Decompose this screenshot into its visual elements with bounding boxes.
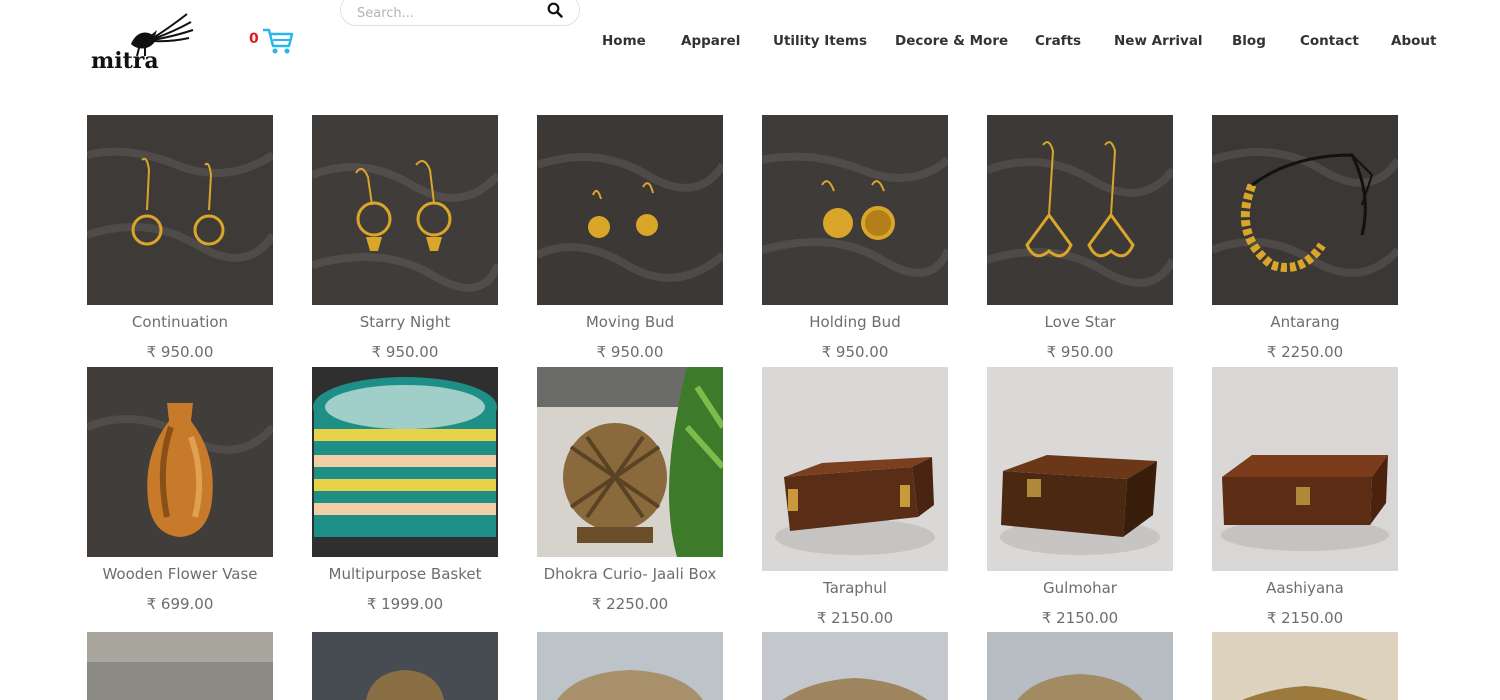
product-card[interactable]: Love Star ₹ 950.00 [987, 115, 1173, 361]
nav-contact[interactable]: Contact [1300, 33, 1359, 49]
product-card[interactable]: Antarang ₹ 2250.00 [1212, 115, 1398, 361]
product-price: ₹ 2250.00 [591, 595, 669, 613]
product-card[interactable]: Multipurpose Basket ₹ 1999.00 [312, 367, 498, 613]
product-card[interactable]: Moving Bud ₹ 950.00 [537, 115, 723, 361]
product-image[interactable] [537, 115, 723, 305]
nav-blog[interactable]: Blog [1232, 33, 1266, 49]
product-image[interactable] [987, 632, 1173, 700]
product-card[interactable]: Holding Bud ₹ 950.00 [762, 115, 948, 361]
product-price: ₹ 950.00 [821, 343, 889, 361]
product-image[interactable] [1212, 115, 1398, 305]
product-card[interactable] [987, 632, 1173, 700]
product-price: ₹ 2150.00 [1266, 609, 1344, 627]
product-name[interactable]: Multipurpose Basket [312, 565, 498, 583]
product-image[interactable] [1212, 632, 1398, 700]
search-box [340, 0, 580, 26]
nav-utility-items[interactable]: Utility Items [773, 33, 867, 49]
nav-decore-and-more[interactable]: Decore & More [895, 33, 1008, 49]
product-image[interactable] [312, 367, 498, 557]
product-name[interactable]: Holding Bud [762, 313, 948, 331]
product-card[interactable] [537, 632, 723, 700]
product-name[interactable]: Dhokra Curio- Jaali Box [537, 565, 723, 583]
product-image[interactable] [537, 632, 723, 700]
product-name[interactable]: Antarang [1212, 313, 1398, 331]
product-price: ₹ 699.00 [146, 595, 214, 613]
product-image[interactable] [537, 367, 723, 557]
product-price: ₹ 1999.00 [366, 595, 444, 613]
product-name[interactable]: Love Star [987, 313, 1173, 331]
product-image[interactable] [762, 632, 948, 700]
product-card[interactable]: Starry Night ₹ 950.00 [312, 115, 498, 361]
search-icon[interactable] [547, 2, 563, 22]
product-image[interactable] [1212, 367, 1398, 571]
product-image[interactable] [312, 115, 498, 305]
product-price: ₹ 950.00 [371, 343, 439, 361]
product-card[interactable]: Taraphul ₹ 2150.00 [762, 367, 948, 627]
nav-crafts[interactable]: Crafts [1035, 33, 1081, 49]
product-card[interactable] [312, 632, 498, 700]
nav-new-arrival[interactable]: New Arrival [1114, 33, 1203, 49]
product-price: ₹ 950.00 [146, 343, 214, 361]
product-card[interactable] [1212, 632, 1398, 700]
product-name[interactable]: Gulmohar [987, 579, 1173, 597]
product-name[interactable]: Continuation [87, 313, 273, 331]
product-image[interactable] [987, 367, 1173, 571]
product-name[interactable]: Aashiyana [1212, 579, 1398, 597]
product-image[interactable] [87, 367, 273, 557]
nav-about[interactable]: About [1391, 33, 1436, 49]
main-nav: Home Apparel Utility Items Decore & More… [0, 33, 1500, 53]
product-name[interactable]: Moving Bud [537, 313, 723, 331]
nav-apparel[interactable]: Apparel [681, 33, 740, 49]
product-card[interactable]: Wooden Flower Vase ₹ 699.00 [87, 367, 273, 613]
product-name[interactable]: Taraphul [762, 579, 948, 597]
product-card[interactable] [87, 632, 273, 700]
search-input[interactable] [355, 1, 539, 25]
product-card[interactable]: Continuation ₹ 950.00 [87, 115, 273, 361]
product-name[interactable]: Starry Night [312, 313, 498, 331]
product-price: ₹ 950.00 [1046, 343, 1114, 361]
product-price: ₹ 2150.00 [816, 609, 894, 627]
product-image[interactable] [762, 367, 948, 571]
product-price: ₹ 950.00 [596, 343, 664, 361]
product-image[interactable] [762, 115, 948, 305]
product-card[interactable] [762, 632, 948, 700]
product-card[interactable]: Aashiyana ₹ 2150.00 [1212, 367, 1398, 627]
product-image[interactable] [87, 632, 273, 700]
product-card[interactable]: Gulmohar ₹ 2150.00 [987, 367, 1173, 627]
product-price: ₹ 2250.00 [1266, 343, 1344, 361]
product-image[interactable] [312, 632, 498, 700]
product-image[interactable] [987, 115, 1173, 305]
product-card[interactable]: Dhokra Curio- Jaali Box ₹ 2250.00 [537, 367, 723, 613]
product-image[interactable] [87, 115, 273, 305]
nav-home[interactable]: Home [602, 33, 646, 49]
product-name[interactable]: Wooden Flower Vase [87, 565, 273, 583]
product-price: ₹ 2150.00 [1041, 609, 1119, 627]
